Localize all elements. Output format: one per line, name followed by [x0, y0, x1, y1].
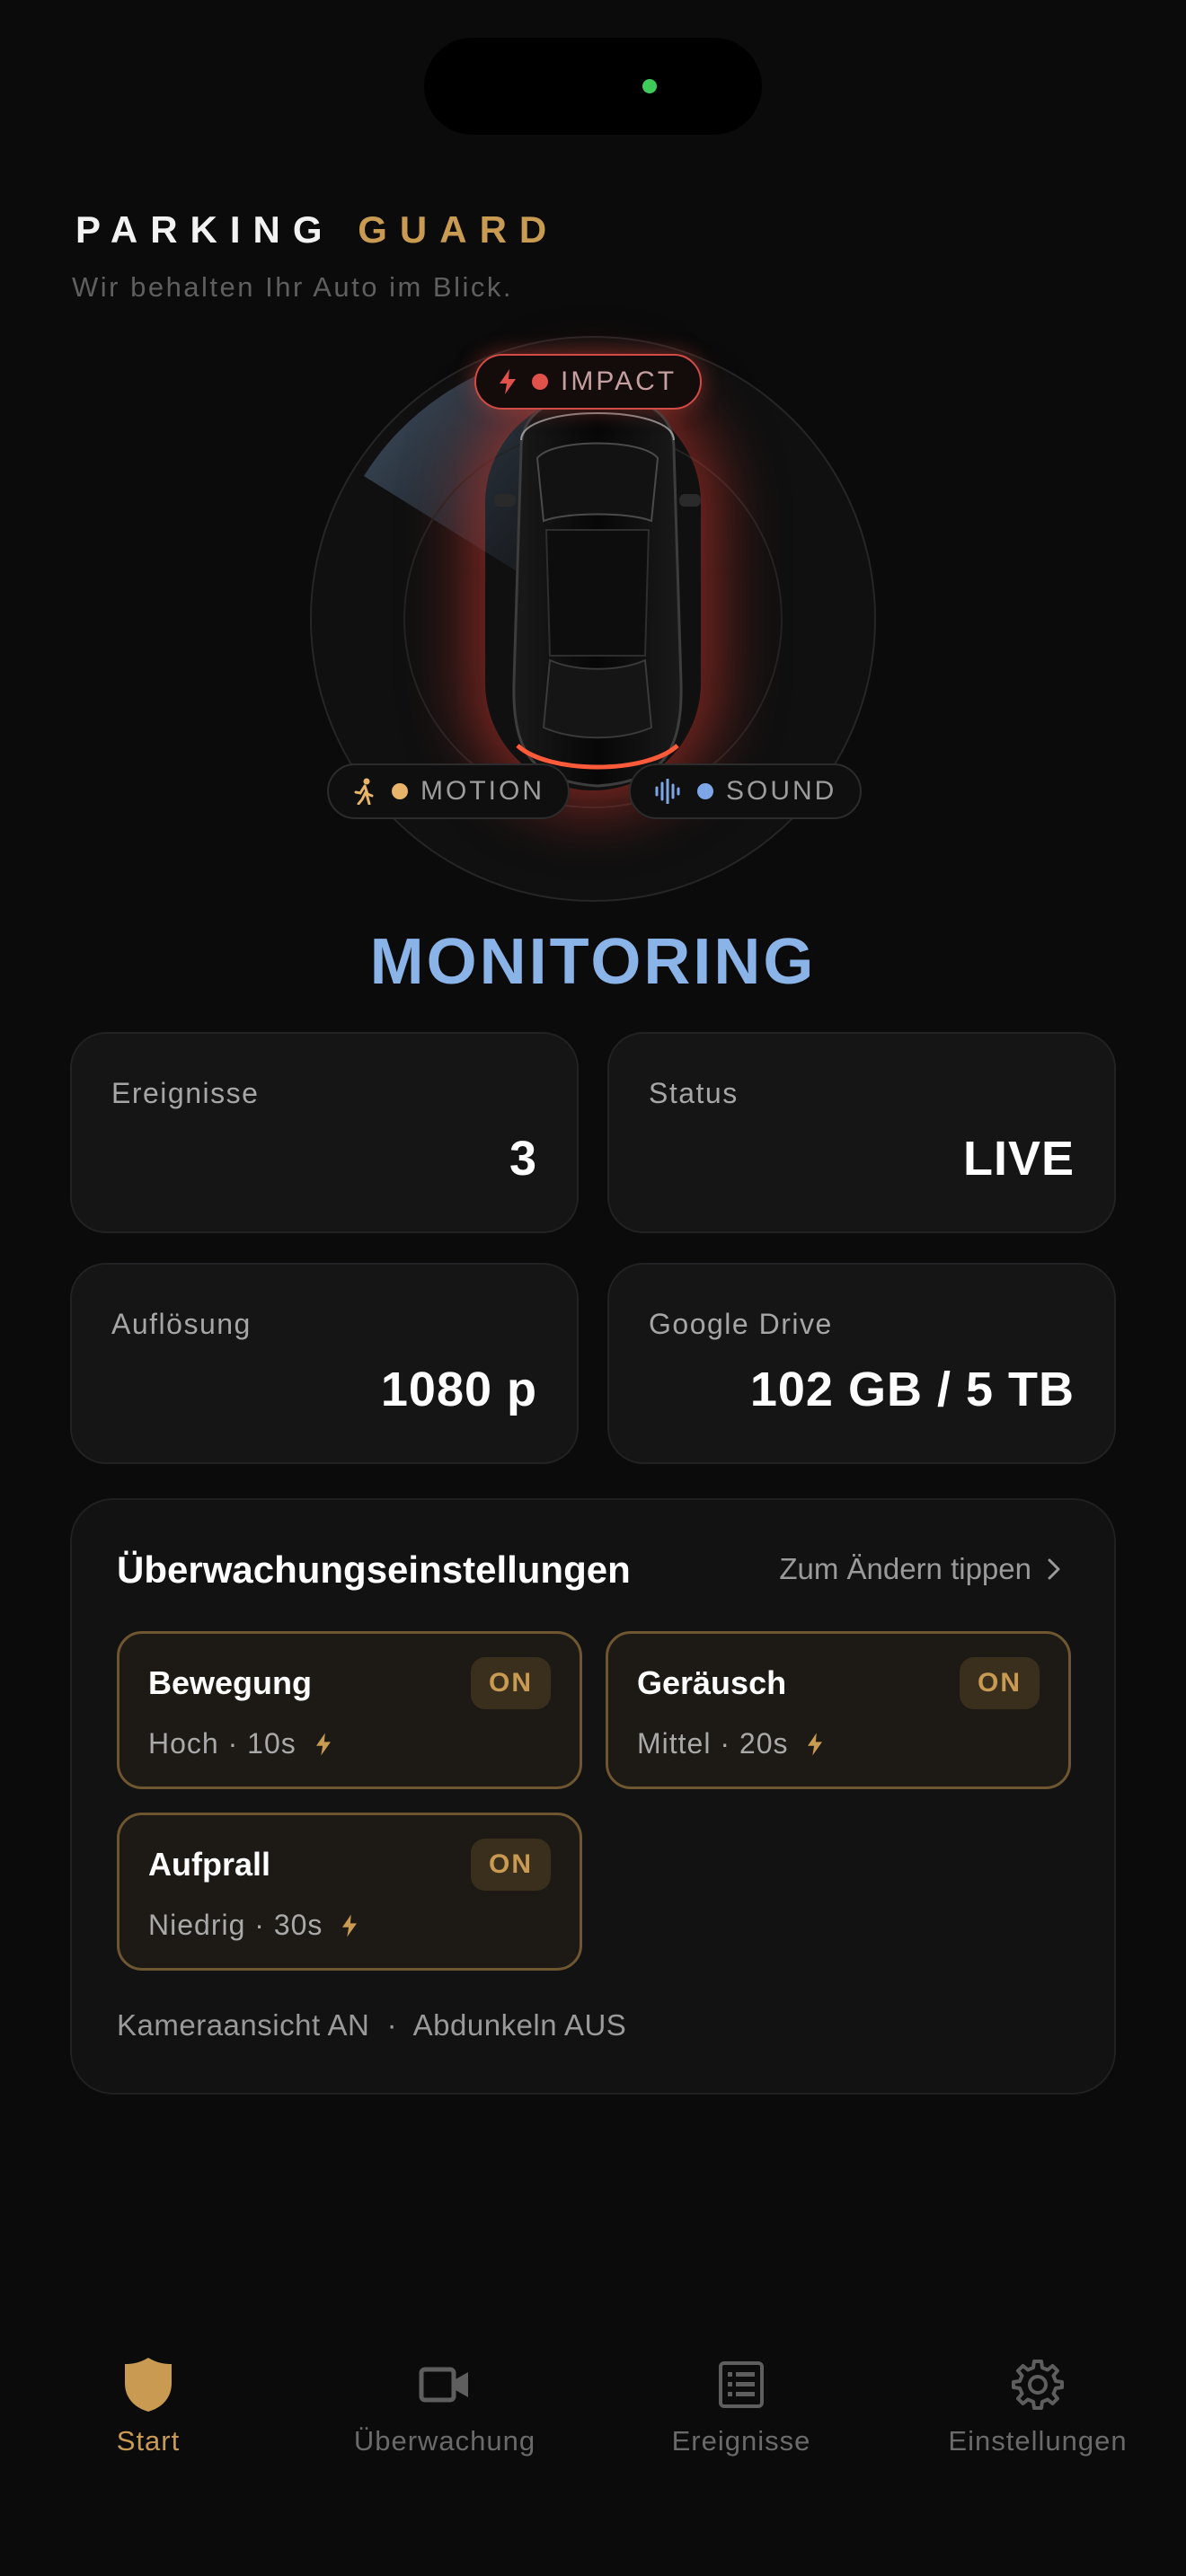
bolt-icon	[500, 369, 516, 394]
list-icon	[719, 2361, 764, 2408]
sound-sensor-pill: SOUND	[629, 763, 863, 819]
setting-tile-impact[interactable]: Aufprall ON Niedrig · 30s	[117, 1813, 582, 1971]
nav-item-start[interactable]: Start	[13, 2353, 283, 2457]
nav-label: Start	[116, 2425, 181, 2457]
setting-name: Geräusch	[637, 1664, 787, 1701]
stat-value: 102 GB / 5 TB	[749, 1363, 1075, 1416]
sound-label: SOUND	[726, 776, 837, 806]
stat-value: LIVE	[962, 1132, 1075, 1186]
status-badge: ON	[471, 1839, 551, 1891]
bolt-icon	[342, 1914, 358, 1936]
setting-tile-sound[interactable]: Geräusch ON Mittel · 20s	[606, 1631, 1071, 1789]
settings-title: Überwachungseinstellungen	[117, 1548, 631, 1591]
monitoring-status: MONITORING	[369, 926, 817, 998]
dynamic-island	[424, 38, 762, 135]
motion-label: MOTION	[420, 776, 544, 806]
motion-status-dot	[392, 783, 408, 799]
setting-detail: Niedrig · 30s	[148, 1909, 358, 1942]
setting-detail: Hoch · 10s	[148, 1727, 331, 1760]
stat-label: Auflösung	[111, 1308, 252, 1340]
chevron-right-icon	[1048, 1558, 1060, 1580]
setting-name: Aufprall	[148, 1846, 271, 1883]
impact-label: IMPACT	[561, 366, 677, 396]
setting-detail-text: Mittel · 20s	[637, 1727, 789, 1760]
bolt-icon	[315, 1733, 331, 1755]
gear-icon	[1012, 2360, 1064, 2410]
nav-item-monitoring[interactable]: Überwachung	[310, 2353, 580, 2457]
camera-indicator-dot	[642, 79, 657, 93]
shield-icon	[125, 2358, 172, 2412]
stat-label: Status	[649, 1077, 739, 1109]
bolt-icon	[808, 1733, 823, 1755]
app-title-primary: PARKING	[75, 208, 335, 251]
nav-item-settings[interactable]: Einstellungen	[903, 2353, 1173, 2457]
stat-card-events: Ereignisse 3	[70, 1032, 579, 1233]
impact-status-dot	[532, 374, 548, 390]
app-title: PARKING GUARD	[75, 208, 559, 251]
walking-icon	[354, 778, 374, 805]
setting-detail-text: Hoch · 10s	[148, 1727, 296, 1760]
edit-settings-label: Zum Ändern tippen	[779, 1552, 1031, 1585]
app-title-accent: GUARD	[358, 208, 560, 251]
stat-card-status: Status LIVE	[607, 1032, 1116, 1233]
status-badge: ON	[471, 1657, 551, 1709]
tagline: Wir behalten Ihr Auto im Blick.	[72, 271, 513, 303]
stat-card-resolution: Auflösung 1080 p	[70, 1263, 579, 1464]
nav-label: Überwachung	[353, 2425, 536, 2457]
nav-label: Ereignisse	[671, 2425, 811, 2457]
stat-card-google-drive: Google Drive 102 GB / 5 TB	[607, 1263, 1116, 1464]
motion-sensor-pill: MOTION	[327, 763, 570, 819]
monitoring-settings-panel[interactable]: Überwachungseinstellungen Zum Ändern tip…	[70, 1498, 1116, 2095]
impact-sensor-pill: IMPACT	[474, 354, 703, 410]
sound-status-dot	[697, 783, 713, 799]
setting-name: Bewegung	[148, 1664, 313, 1701]
status-badge: ON	[960, 1657, 1040, 1709]
setting-tile-motion[interactable]: Bewegung ON Hoch · 10s	[117, 1631, 582, 1789]
nav-item-events[interactable]: Ereignisse	[606, 2353, 876, 2457]
stat-label: Google Drive	[649, 1308, 833, 1340]
car-top-view	[494, 393, 701, 788]
setting-detail: Mittel · 20s	[637, 1727, 823, 1760]
edit-settings-link[interactable]: Zum Ändern tippen	[779, 1552, 1060, 1586]
settings-footer-summary: Kameraansicht AN · Abdunkeln AUS	[117, 2008, 627, 2042]
nav-label: Einstellungen	[948, 2425, 1128, 2457]
stat-value: 1080 p	[380, 1363, 537, 1416]
bottom-navigation: Start Überwachung Ereignisse Einstellung…	[0, 2353, 1186, 2497]
soundwave-icon	[655, 779, 680, 804]
video-camera-icon	[419, 2367, 468, 2403]
stat-value: 3	[509, 1132, 537, 1186]
stat-label: Ereignisse	[111, 1077, 260, 1109]
setting-detail-text: Niedrig · 30s	[148, 1909, 323, 1941]
